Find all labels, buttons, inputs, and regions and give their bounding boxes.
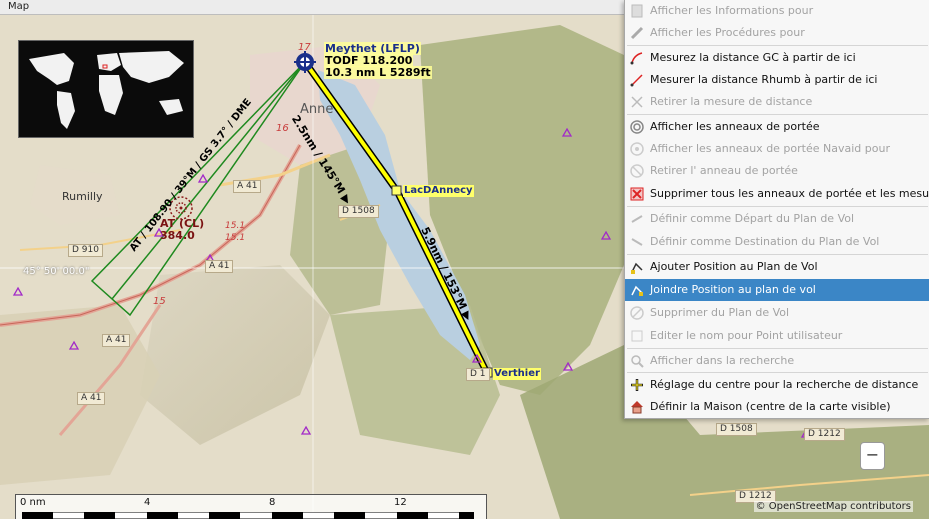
context-menu[interactable]: Afficher les Informations pour Afficher …: [624, 0, 929, 419]
search-icon: [631, 355, 644, 368]
road-label-d1508-1: D 1508: [338, 205, 379, 218]
menu-item-set-departure[interactable]: Définir comme Départ du Plan de Vol: [625, 208, 929, 230]
road-label-a41-2: A 41: [205, 260, 234, 273]
menu-item-add-position[interactable]: Ajouter Position au Plan de Vol: [625, 256, 929, 278]
road-label-d1212-1: D 1212: [804, 428, 845, 441]
remove-ring-icon: [630, 164, 644, 178]
home-icon: [631, 401, 643, 414]
menu-item-set-home[interactable]: Définir la Maison (centre de la carte vi…: [625, 396, 929, 418]
scale-tick-8: 8: [269, 497, 276, 508]
road-label-d1: D 1: [466, 368, 490, 381]
destination-icon: [631, 238, 643, 246]
menu-item-show-range-rings[interactable]: Afficher les anneaux de portée: [625, 116, 929, 138]
center-icon: [631, 379, 643, 391]
range-rings-icon: [630, 120, 644, 134]
airport-runway: 10.3 nm L 5289ft: [324, 66, 432, 79]
menu-item-delete-all-rings[interactable]: Supprimer tous les anneaux de portée et …: [625, 183, 929, 205]
menu-item-edit-userpoint[interactable]: Editer le nom pour Point utilisateur: [625, 325, 929, 347]
menu-separator: [627, 348, 928, 349]
map-label-17: 17: [298, 42, 311, 53]
menu-separator: [627, 114, 928, 115]
zoom-out-button[interactable]: −: [860, 442, 885, 470]
menu-item-set-destination[interactable]: Définir comme Destination du Plan de Vol: [625, 231, 929, 253]
menu-item-remove-ring[interactable]: Retirer l' anneau de portée: [625, 160, 929, 182]
road-label-a41-3: A 41: [102, 334, 131, 347]
menu-item-remove-measure[interactable]: Retirer la mesure de distance: [625, 91, 929, 113]
window-title: Map: [8, 1, 30, 12]
menu-separator: [627, 206, 928, 207]
menu-item-navaid-rings[interactable]: Afficher les anneaux de portée Navaid po…: [625, 138, 929, 160]
waypoint-label-verthier[interactable]: Verthier: [493, 368, 541, 380]
grid-coordinate-label: 45° 50' 00.0": [23, 266, 90, 277]
ndb-label[interactable]: AT (CL) 384.0: [160, 218, 204, 242]
info-icon: [631, 4, 643, 18]
menu-separator: [627, 45, 928, 46]
menu-item-show-procedures[interactable]: Afficher les Procédures pour: [625, 22, 929, 44]
remove-measure-icon: [631, 96, 643, 108]
map-attribution: © OpenStreetMap contributors: [753, 501, 913, 512]
menu-item-remove-from-flightplan[interactable]: Supprimer du Plan de Vol: [625, 302, 929, 324]
menu-item-measure-gc[interactable]: Mesurez la distance GC à partir de ici: [625, 47, 929, 69]
departure-icon: [631, 215, 643, 223]
measure-gc-icon: [630, 52, 643, 65]
navaid-rings-icon: [630, 142, 644, 156]
append-position-icon: [631, 285, 643, 296]
scale-tick-4: 4: [144, 497, 151, 508]
menu-item-set-search-center[interactable]: Réglage du centre pour la recherche de d…: [625, 374, 929, 396]
measure-rhumb-icon: [630, 74, 643, 87]
scale-bar: 0 nm 4 8 12: [15, 494, 487, 519]
menu-item-show-in-search[interactable]: Afficher dans la recherche: [625, 350, 929, 372]
menu-item-append-position[interactable]: Joindre Position au plan de vol: [625, 279, 929, 301]
procedure-icon: [630, 26, 644, 40]
town-label-annecy: Anne: [300, 102, 334, 117]
menu-item-measure-rhumb[interactable]: Mesurer la distance Rhumb à partir de ic…: [625, 69, 929, 91]
remove-flightplan-icon: [630, 306, 644, 320]
road-label-d910: D 910: [68, 244, 103, 257]
map-label-151: 15.1: [225, 221, 246, 231]
town-label-rumilly: Rumilly: [62, 190, 103, 203]
scale-tick-12: 12: [394, 497, 407, 508]
map-label-151b: 15.1: [225, 233, 246, 243]
airport-label[interactable]: Meythet (LFLP) TODF 118.200 10.3 nm L 52…: [324, 42, 432, 79]
menu-separator: [627, 254, 928, 255]
overview-map[interactable]: [18, 40, 194, 138]
road-label-a41-4: A 41: [77, 392, 106, 405]
scale-tick-0: 0 nm: [20, 497, 46, 508]
add-position-icon: [631, 262, 643, 274]
delete-all-icon: [630, 187, 644, 201]
menu-item-show-info[interactable]: Afficher les Informations pour: [625, 0, 929, 22]
edit-userpoint-icon: [631, 330, 643, 342]
menu-separator: [627, 372, 928, 373]
waypoint-label-lacdannecy[interactable]: LacDAnnecy: [403, 185, 474, 197]
waypoint-lacdannecy-marker[interactable]: [391, 185, 402, 196]
map-label-16: 16: [276, 123, 289, 134]
road-label-d1508-2: D 1508: [716, 423, 757, 436]
map-label-15: 15: [153, 296, 166, 307]
road-label-a41-1: A 41: [233, 180, 262, 193]
ndb-frequency: 384.0: [160, 229, 195, 242]
